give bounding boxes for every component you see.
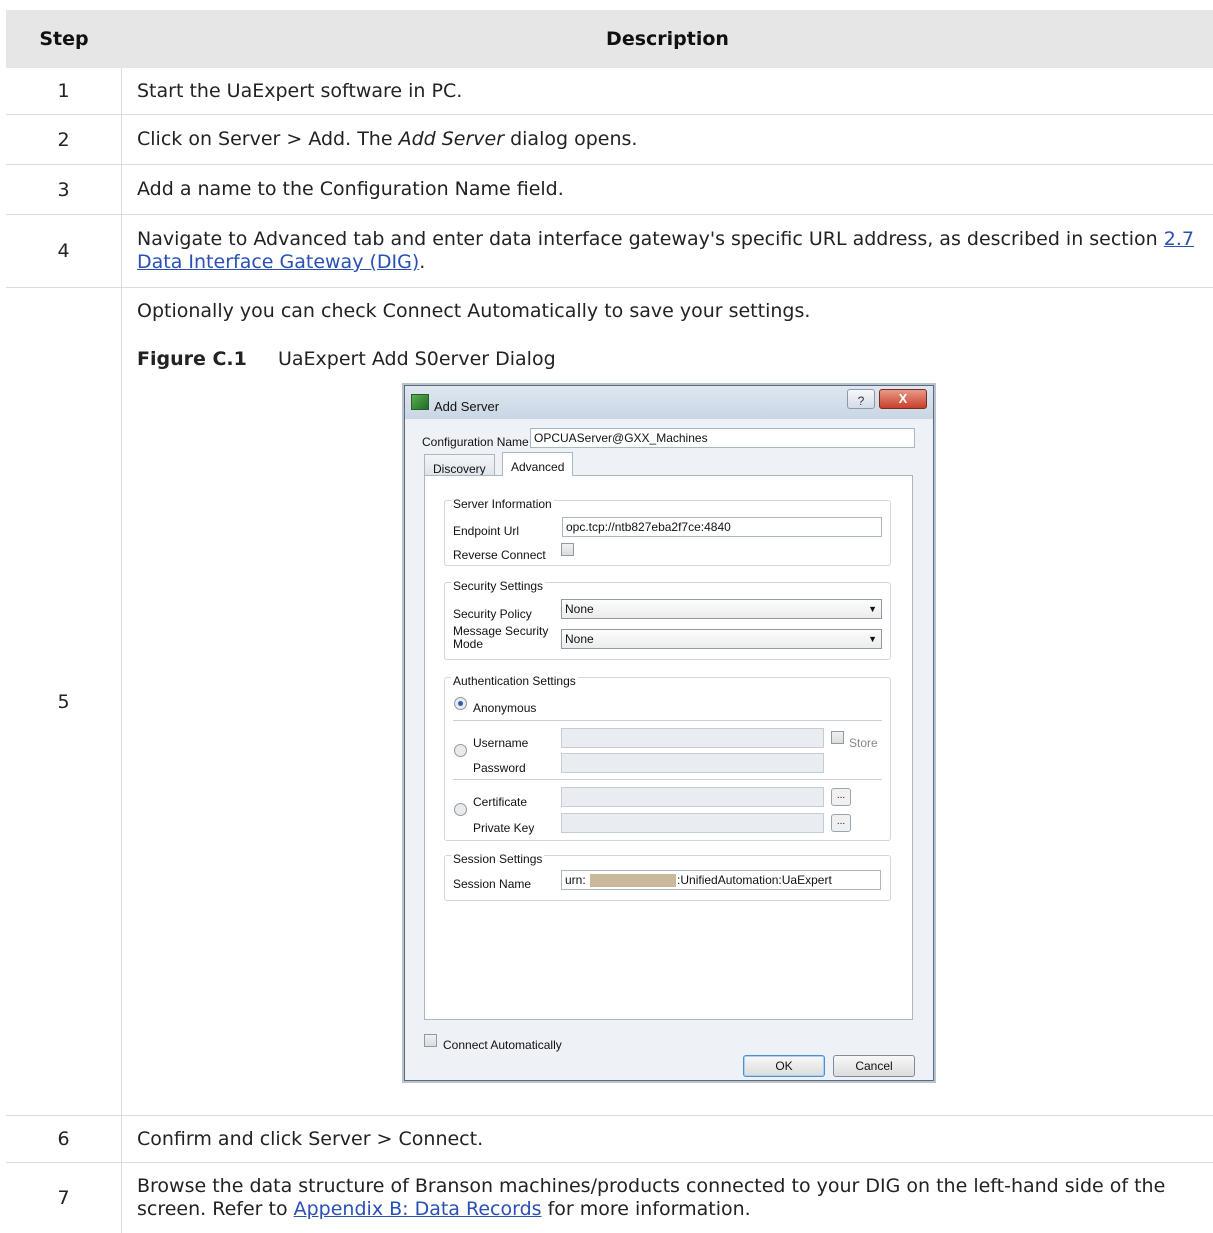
steps-table: Step Description 1 Start the UaExpert so… (6, 10, 1213, 1233)
figure-title: UaExpert Add S0erver Dialog (278, 348, 556, 370)
certificate-label: Certificate (473, 795, 528, 809)
connect-automatically-label: Connect Automatically (443, 1038, 562, 1052)
step-description: Confirm and click Server > Connect. (137, 1127, 484, 1150)
endpoint-url-label: Endpoint Url (453, 524, 520, 538)
add-server-dialog: Add Server ? X Configuration Name OPCUAS… (404, 385, 934, 1081)
store-checkbox[interactable] (831, 731, 844, 744)
endpoint-url-input[interactable]: opc.tcp://ntb827eba2f7ce:4840 (562, 517, 882, 537)
dialog-title: Add Server (434, 399, 500, 414)
step-description: Click on Server > Add. The Add Server di… (137, 128, 638, 150)
certificate-input[interactable] (561, 787, 824, 807)
username-label: Username (473, 736, 529, 750)
message-security-mode-select[interactable]: None ▼ (561, 629, 882, 649)
step-number: 1 (6, 68, 122, 114)
tab-advanced[interactable]: Advanced (502, 452, 574, 476)
private-key-input[interactable] (561, 813, 824, 833)
table-row: 1 Start the UaExpert software in PC. (6, 68, 1213, 115)
group-label: Session Settings (451, 848, 545, 871)
group-label: Authentication Settings (451, 670, 578, 693)
username-radio[interactable] (454, 744, 467, 757)
advanced-tab-panel: Server Information Endpoint Url opc.tcp:… (424, 475, 913, 1020)
step-number: 6 (6, 1116, 122, 1162)
security-policy-label: Security Policy (453, 607, 532, 621)
ok-button[interactable]: OK (743, 1055, 825, 1077)
anonymous-radio[interactable] (454, 697, 467, 710)
message-security-mode-label: Message Security Mode (453, 624, 549, 651)
step-description: Navigate to Advanced tab and enter data … (137, 228, 1194, 273)
step-number: 5 (6, 288, 122, 1115)
table-row: 3 Add a name to the Configuration Name f… (6, 165, 1213, 215)
config-name-label: Configuration Name (422, 435, 529, 449)
step-description: Add a name to the Configuration Name fie… (137, 178, 564, 200)
figure-caption: Figure C.1 UaExpert Add S0erver Dialog (137, 348, 1201, 371)
tab-discovery[interactable]: Discovery (424, 454, 495, 476)
private-key-browse-button[interactable]: ... (831, 814, 851, 832)
session-name-label: Session Name (453, 877, 532, 891)
step-number: 3 (6, 165, 122, 214)
table-header: Step Description (6, 10, 1213, 68)
certificate-radio[interactable] (454, 803, 467, 816)
group-label: Security Settings (451, 575, 546, 598)
dialog-titlebar: Add Server ? X (405, 386, 933, 419)
group-label: Server Information (451, 493, 554, 516)
step-description: Browse the data structure of Branson mac… (137, 1175, 1166, 1220)
table-row: 2 Click on Server > Add. The Add Server … (6, 115, 1213, 165)
cancel-button[interactable]: Cancel (833, 1055, 915, 1077)
reverse-connect-label: Reverse Connect (453, 548, 546, 562)
password-label: Password (473, 761, 526, 775)
description-column-header: Description (606, 28, 729, 50)
figure-label: Figure C.1 (137, 348, 247, 370)
security-policy-select[interactable]: None ▼ (561, 599, 882, 619)
step-number: 2 (6, 115, 122, 164)
server-information-group: Server Information Endpoint Url opc.tcp:… (444, 493, 891, 566)
step-description: Start the UaExpert software in PC. (137, 79, 463, 102)
app-icon (411, 394, 429, 410)
table-row: 7 Browse the data structure of Branson m… (6, 1163, 1213, 1233)
table-row: 4 Navigate to Advanced tab and enter dat… (6, 215, 1213, 288)
close-button[interactable]: X (879, 389, 927, 409)
security-settings-group: Security Settings Security Policy None ▼ … (444, 575, 891, 660)
appendix-link[interactable]: Appendix B: Data Records (294, 1198, 542, 1220)
table-row: 6 Confirm and click Server > Connect. (6, 1116, 1213, 1163)
divider (453, 779, 882, 780)
anonymous-label: Anonymous (473, 701, 537, 715)
chevron-down-icon: ▼ (868, 634, 877, 644)
store-label: Store (849, 736, 878, 750)
password-input[interactable] (561, 753, 824, 773)
chevron-down-icon: ▼ (868, 604, 877, 614)
connect-automatically-checkbox[interactable] (424, 1034, 437, 1047)
divider (453, 720, 882, 721)
table-row: 5 Optionally you can check Connect Autom… (6, 288, 1213, 1116)
username-input[interactable] (561, 728, 824, 748)
step-number: 4 (6, 215, 122, 287)
session-settings-group: Session Settings Session Name urn: :Unif… (444, 848, 891, 901)
certificate-browse-button[interactable]: ... (831, 788, 851, 806)
reverse-connect-checkbox[interactable] (561, 543, 574, 556)
authentication-settings-group: Authentication Settings Anonymous Userna… (444, 670, 891, 841)
session-name-input[interactable]: urn: :UnifiedAutomation:UaExpert (561, 870, 881, 890)
help-button[interactable]: ? (847, 389, 875, 409)
private-key-label: Private Key (473, 821, 535, 835)
step-number: 7 (6, 1163, 122, 1233)
step-column-header: Step (39, 28, 89, 50)
step-description: Optionally you can check Connect Automat… (137, 300, 811, 322)
config-name-input[interactable]: OPCUAServer@GXX_Machines (530, 428, 915, 448)
redacted-block (590, 874, 677, 888)
